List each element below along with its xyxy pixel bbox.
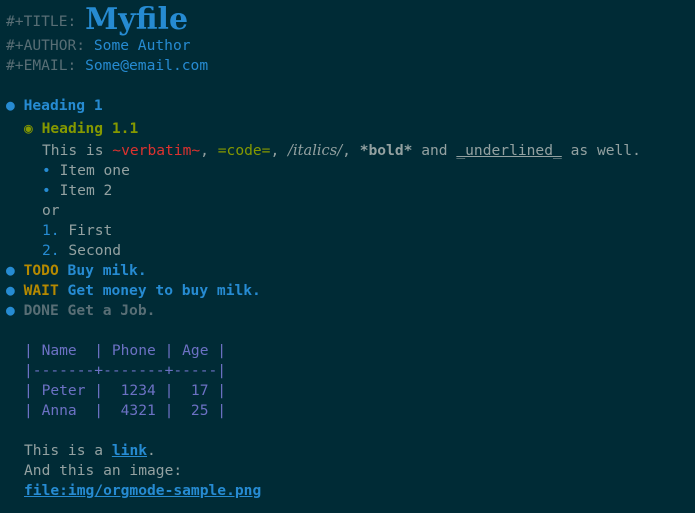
italics-text: /italics/	[288, 142, 343, 159]
heading-bullet-icon[interactable]: ●	[6, 97, 15, 114]
link-paragraph: This is a link.	[24, 441, 156, 461]
paragraph-text: This is a	[24, 442, 112, 459]
paragraph-text: This is	[42, 142, 113, 159]
code-text: =code=	[217, 142, 271, 159]
image-link[interactable]: file:img/orgmode-sample.png	[24, 482, 261, 499]
author-line: #+AUTHOR: Some Author	[6, 36, 191, 56]
link[interactable]: link	[112, 442, 147, 459]
list-number: 2.	[42, 242, 60, 259]
todo-heading[interactable]: ● TODO Buy milk.	[6, 261, 147, 281]
paragraph-text: ,	[200, 142, 218, 159]
done-keyword[interactable]: DONE	[24, 302, 59, 319]
document-title[interactable]: Myfile	[85, 2, 188, 37]
done-heading[interactable]: ● DONE Get a Job.	[6, 301, 155, 321]
image-caption: And this an image:	[24, 462, 183, 479]
heading-1[interactable]: Heading 1	[24, 97, 103, 114]
ordered-list-item[interactable]: 1. First	[42, 221, 112, 241]
paragraph-text: ,	[342, 142, 360, 159]
title-keyword: #+TITLE:	[6, 13, 77, 30]
heading-bullet-icon[interactable]: ●	[6, 262, 15, 279]
heading-1-line[interactable]: ● Heading 1	[6, 96, 103, 116]
heading-1-1-line[interactable]: ◉ Heading 1.1	[24, 119, 138, 139]
bold-text: *bold*	[359, 142, 413, 159]
task-text: Buy milk.	[67, 262, 147, 279]
or-text: or	[42, 202, 60, 219]
email-value[interactable]: Some@email.com	[85, 57, 208, 74]
task-text: Get a Job.	[67, 302, 156, 319]
list-item-text: Item one	[59, 162, 130, 179]
author-value[interactable]: Some Author	[94, 37, 191, 54]
list-item-text: Second	[68, 242, 122, 259]
table-row[interactable]: | Name | Phone | Age |	[24, 341, 226, 361]
table-row[interactable]: | Peter | 1234 | 17 |	[24, 381, 226, 401]
title-line: #+TITLE: Myfile	[6, 2, 188, 35]
image-file-link[interactable]: file:img/orgmode-sample.png	[24, 481, 261, 501]
wait-keyword[interactable]: WAIT	[24, 282, 59, 299]
paragraph-text: as well.	[561, 142, 641, 159]
list-item-text: First	[68, 222, 113, 239]
list-bullet-icon: •	[42, 162, 51, 179]
paragraph-text: and	[412, 142, 457, 159]
task-text: Get money to buy milk.	[67, 282, 261, 299]
list-bullet-icon: •	[42, 182, 51, 199]
list-item[interactable]: • Item 2	[42, 181, 112, 201]
underlined-text: _underlined_	[456, 142, 562, 159]
todo-keyword[interactable]: TODO	[24, 262, 59, 279]
heading-bullet-icon[interactable]: ●	[6, 302, 15, 319]
ordered-list-item[interactable]: 2. Second	[42, 241, 121, 261]
email-line: #+EMAIL: Some@email.com	[6, 56, 208, 76]
table-separator[interactable]: |-------+-------+-----|	[24, 361, 226, 381]
paragraph-text: ,	[270, 142, 289, 159]
verbatim-text: ~verbatim~	[112, 142, 201, 159]
wait-heading[interactable]: ● WAIT Get money to buy milk.	[6, 281, 261, 301]
list-number: 1.	[42, 222, 60, 239]
list-item[interactable]: • Item one	[42, 161, 130, 181]
paragraph-text: .	[147, 442, 156, 459]
markup-paragraph[interactable]: This is ~verbatim~, =code=, /italics/, *…	[42, 141, 641, 161]
table-row[interactable]: | Anna | 4321 | 25 |	[24, 401, 226, 421]
heading-1-1[interactable]: Heading 1.1	[42, 120, 139, 137]
subheading-bullet-icon[interactable]: ◉	[24, 120, 33, 137]
author-keyword: #+AUTHOR:	[6, 37, 86, 54]
list-item-text: Item 2	[59, 182, 113, 199]
email-keyword: #+EMAIL:	[6, 57, 77, 74]
heading-bullet-icon[interactable]: ●	[6, 282, 15, 299]
